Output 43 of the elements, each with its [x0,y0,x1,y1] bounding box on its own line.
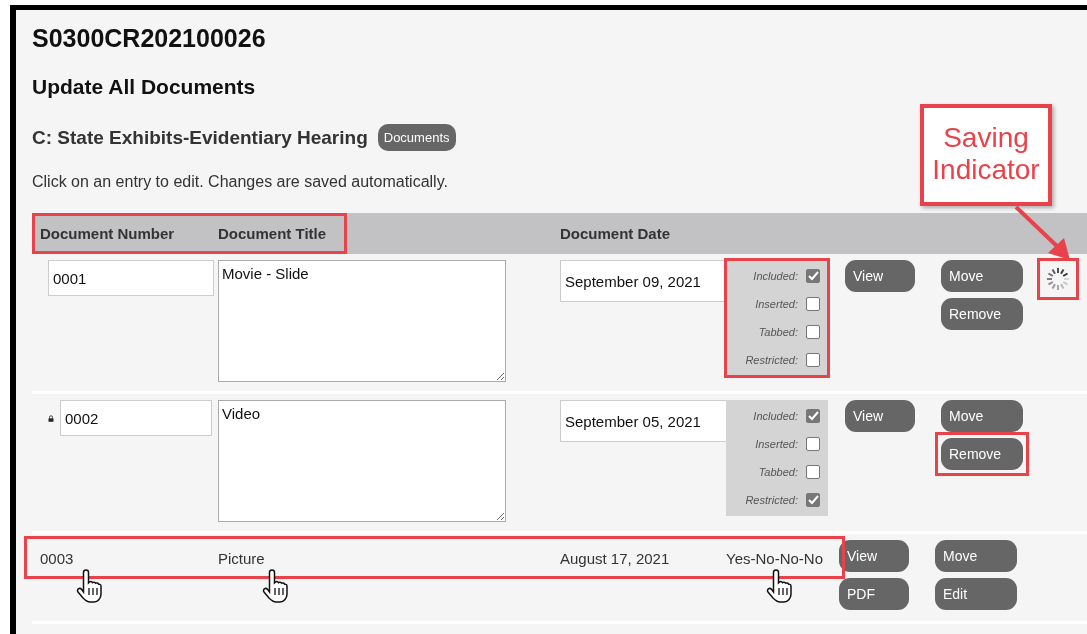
column-header: Document Date [559,225,672,242]
column-header: Document Title [217,225,328,242]
view-button[interactable]: View [839,540,909,572]
checkbox[interactable] [806,465,820,479]
checkbox[interactable] [806,353,820,367]
move-button[interactable]: Move [941,260,1023,292]
checkbox-label: Restricted: [745,354,798,366]
checkbox[interactable] [806,409,820,423]
move-button[interactable]: Move [941,400,1023,432]
remove-button[interactable]: Remove [941,298,1023,330]
pdf-button[interactable]: PDF [839,578,909,610]
column-header: Document Number [39,225,176,242]
callout-label: Saving Indicator [920,104,1052,206]
number-field[interactable]: 0001 [48,260,214,296]
checkbox-label: Restricted: [745,494,798,506]
documents-badge: Documents [377,124,456,151]
number-field[interactable]: 0002 [60,400,212,436]
checkbox-label: Included: [753,410,798,422]
title-field[interactable]: Movie - Slide [218,260,506,382]
move-button[interactable]: Move [935,540,1017,572]
table-cell[interactable]: Yes-No-No-No [726,548,839,567]
checkbox[interactable] [806,325,820,339]
checkbox-label: Tabbed: [758,326,798,338]
checkbox[interactable] [806,269,820,283]
instructions-text: Click on an entry to edit. Changes are saved automatically. [32,173,449,191]
checkbox-label: Included: [753,270,798,282]
table-cell[interactable]: Picture [212,548,554,567]
checkbox-label: Tabbed: [758,466,798,478]
view-button[interactable]: View [845,400,915,432]
case-number: S0300CR202100026 [32,24,267,54]
checkbox[interactable] [806,437,820,451]
table-cell[interactable]: 0003 [32,548,212,567]
page-title: Update All Documents [32,75,257,99]
checkbox-label: Inserted: [755,298,798,310]
remove-button[interactable]: Remove [941,438,1023,470]
date-field[interactable]: September 05, 2021 [560,400,728,442]
checkbox-label: Inserted: [755,438,798,450]
edit-button[interactable]: Edit [935,578,1017,610]
section-title: C: State Exhibits-Evidentiary Hearing [32,126,368,149]
checkbox[interactable] [806,297,820,311]
title-field[interactable]: Video [218,400,506,522]
checkbox[interactable] [806,493,820,507]
view-button[interactable]: View [845,260,915,292]
